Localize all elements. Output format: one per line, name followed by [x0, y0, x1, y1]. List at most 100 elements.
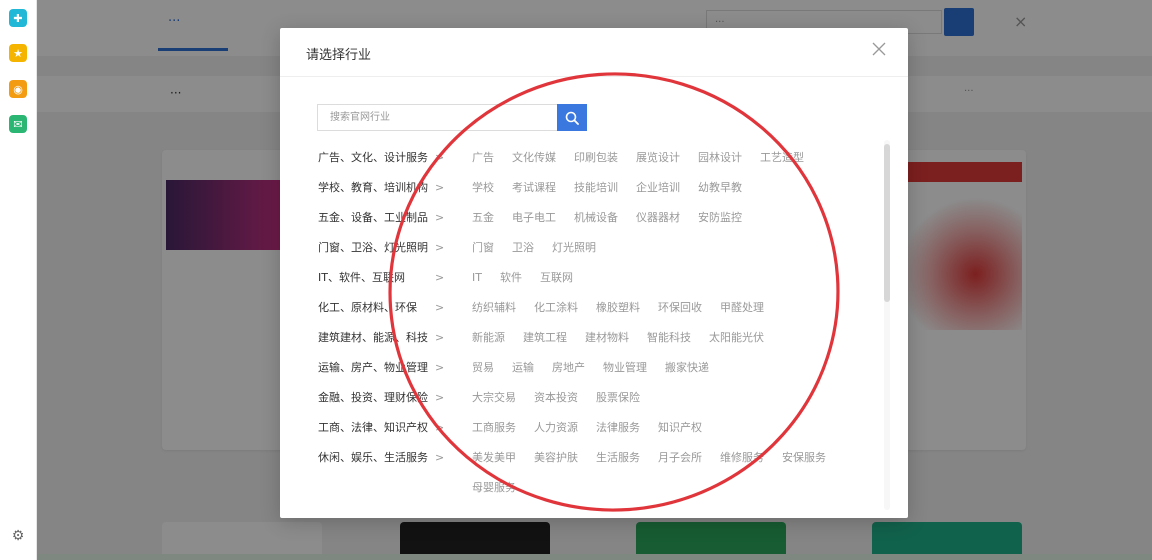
chevron-right-icon: > — [435, 331, 445, 344]
category-label[interactable]: 广告、文化、设计服务 — [318, 146, 438, 170]
subcategory-item[interactable]: 运输 — [512, 353, 534, 383]
subcategory-item[interactable]: IT — [472, 263, 482, 293]
category-label[interactable]: 五金、设备、工业制品 — [318, 206, 438, 230]
category-row: 运输、房产、物业管理 > 贸易 运输 房地产 物业管理 搬家快递 — [317, 356, 877, 386]
category-row: 五金、设备、工业制品 > 五金 电子电工 机械设备 仪器器材 安防监控 — [317, 206, 877, 236]
modal-header: 请选择行业 — [280, 28, 908, 77]
subcategory-list: 门窗 卫浴 灯光照明 — [472, 233, 882, 263]
subcategory-item[interactable]: 人力资源 — [534, 413, 578, 443]
category-label[interactable]: 化工、原材料、环保 — [318, 296, 438, 320]
subcategory-item[interactable]: 软件 — [500, 263, 522, 293]
chevron-right-icon: > — [435, 271, 445, 284]
category-row: 休闲、娱乐、生活服务 > 美发美甲 美容护肤 生活服务 月子会所 维修服务 安保服务母婴服务 — [317, 446, 877, 506]
subcategory-list: 大宗交易 资本投资 股票保险 — [472, 383, 882, 413]
subcategory-list: 五金 电子电工 机械设备 仪器器材 安防监控 — [472, 203, 882, 233]
subcategory-item[interactable]: 太阳能光伏 — [709, 323, 764, 353]
chevron-right-icon: > — [435, 181, 445, 194]
subcategory-item[interactable]: 大宗交易 — [472, 383, 516, 413]
subcategory-list: 广告 文化传媒 印刷包装 展览设计 园林设计 工艺造型 — [472, 143, 882, 173]
subcategory-item[interactable]: 美发美甲 — [472, 443, 516, 473]
category-label[interactable]: 门窗、卫浴、灯光照明 — [318, 236, 438, 260]
category-row: 建筑建材、能源、科技 > 新能源 建筑工程 建材物料 智能科技 太阳能光伏 — [317, 326, 877, 356]
category-label[interactable]: 工商、法律、知识产权 — [318, 416, 438, 440]
weibo-icon[interactable]: ◉ — [9, 80, 27, 98]
subcategory-item[interactable]: 印刷包装 — [574, 143, 618, 173]
category-label[interactable]: 金融、投资、理财保险 — [318, 386, 438, 410]
subcategory-item[interactable]: 工艺造型 — [760, 143, 804, 173]
industry-list: 广告、文化、设计服务 > 广告 文化传媒 印刷包装 展览设计 园林设计 工艺造型学校、教育、培… — [317, 146, 877, 506]
subcategory-item[interactable]: 仪器器材 — [636, 203, 680, 233]
plus-circle-icon[interactable]: ✚ — [9, 9, 27, 27]
subcategory-item[interactable]: 展览设计 — [636, 143, 680, 173]
modal-title: 请选择行业 — [306, 48, 372, 63]
subcategory-item[interactable]: 门窗 — [472, 233, 494, 263]
subcategory-item[interactable]: 维修服务 — [720, 443, 764, 473]
category-label[interactable]: 建筑建材、能源、科技 — [318, 326, 438, 350]
subcategory-item[interactable]: 幼教早教 — [698, 173, 742, 203]
category-row: 化工、原材料、环保 > 纺织辅料 化工涂料 橡胶塑料 环保回收 甲醛处理 — [317, 296, 877, 326]
mail-icon[interactable]: ✉ — [9, 115, 27, 133]
subcategory-list: 美发美甲 美容护肤 生活服务 月子会所 维修服务 安保服务母婴服务 — [472, 443, 882, 503]
chevron-right-icon: > — [435, 211, 445, 224]
subcategory-item[interactable]: 橡胶塑料 — [596, 293, 640, 323]
search-button[interactable] — [557, 104, 587, 131]
industry-search-input[interactable] — [317, 104, 557, 131]
subcategory-item[interactable]: 智能科技 — [647, 323, 691, 353]
subcategory-list: 贸易 运输 房地产 物业管理 搬家快递 — [472, 353, 882, 383]
subcategory-item[interactable]: 广告 — [472, 143, 494, 173]
subcategory-item[interactable]: 文化传媒 — [512, 143, 556, 173]
subcategory-item[interactable]: 互联网 — [540, 263, 573, 293]
subcategory-list: 纺织辅料 化工涂料 橡胶塑料 环保回收 甲醛处理 — [472, 293, 882, 323]
subcategory-item[interactable]: 资本投资 — [534, 383, 578, 413]
subcategory-item[interactable]: 环保回收 — [658, 293, 702, 323]
subcategory-item[interactable]: 建筑工程 — [523, 323, 567, 353]
subcategory-item[interactable]: 搬家快递 — [665, 353, 709, 383]
subcategory-item[interactable]: 母婴服务 — [472, 473, 516, 503]
subcategory-item[interactable]: 法律服务 — [596, 413, 640, 443]
subcategory-item[interactable]: 建材物料 — [585, 323, 629, 353]
subcategory-item[interactable]: 企业培训 — [636, 173, 680, 203]
settings-icon[interactable]: ⚙ — [9, 527, 27, 545]
subcategory-list: IT 软件 互联网 — [472, 263, 882, 293]
subcategory-item[interactable]: 卫浴 — [512, 233, 534, 263]
category-row: 金融、投资、理财保险 > 大宗交易 资本投资 股票保险 — [317, 386, 877, 416]
subcategory-item[interactable]: 知识产权 — [658, 413, 702, 443]
subcategory-item[interactable]: 电子电工 — [512, 203, 556, 233]
category-label[interactable]: 运输、房产、物业管理 — [318, 356, 438, 380]
scrollbar-thumb[interactable] — [884, 144, 890, 302]
subcategory-item[interactable]: 技能培训 — [574, 173, 618, 203]
search-icon — [565, 111, 579, 125]
subcategory-item[interactable]: 美容护肤 — [534, 443, 578, 473]
chevron-right-icon: > — [435, 301, 445, 314]
subcategory-item[interactable]: 纺织辅料 — [472, 293, 516, 323]
subcategory-item[interactable]: 灯光照明 — [552, 233, 596, 263]
subcategory-list: 工商服务 人力资源 法律服务 知识产权 — [472, 413, 882, 443]
chevron-right-icon: > — [435, 421, 445, 434]
subcategory-item[interactable]: 股票保险 — [596, 383, 640, 413]
subcategory-item[interactable]: 生活服务 — [596, 443, 640, 473]
category-label[interactable]: 休闲、娱乐、生活服务 — [318, 446, 438, 470]
star-icon[interactable]: ★ — [9, 44, 27, 62]
subcategory-item[interactable]: 月子会所 — [658, 443, 702, 473]
subcategory-item[interactable]: 甲醛处理 — [720, 293, 764, 323]
subcategory-item[interactable]: 物业管理 — [603, 353, 647, 383]
subcategory-item[interactable]: 工商服务 — [472, 413, 516, 443]
chevron-right-icon: > — [435, 451, 445, 464]
subcategory-item[interactable]: 房地产 — [552, 353, 585, 383]
subcategory-item[interactable]: 园林设计 — [698, 143, 742, 173]
subcategory-item[interactable]: 新能源 — [472, 323, 505, 353]
scrollbar[interactable] — [884, 140, 890, 510]
subcategory-item[interactable]: 学校 — [472, 173, 494, 203]
subcategory-item[interactable]: 安保服务 — [782, 443, 826, 473]
category-row: 门窗、卫浴、灯光照明 > 门窗 卫浴 灯光照明 — [317, 236, 877, 266]
subcategory-item[interactable]: 安防监控 — [698, 203, 742, 233]
subcategory-item[interactable]: 化工涂料 — [534, 293, 578, 323]
category-label[interactable]: 学校、教育、培训机构 — [318, 176, 438, 200]
close-icon[interactable] — [870, 42, 888, 60]
subcategory-list: 学校 考试课程 技能培训 企业培训 幼教早教 — [472, 173, 882, 203]
category-label[interactable]: IT、软件、互联网 — [318, 266, 438, 290]
subcategory-item[interactable]: 机械设备 — [574, 203, 618, 233]
subcategory-item[interactable]: 考试课程 — [512, 173, 556, 203]
subcategory-item[interactable]: 五金 — [472, 203, 494, 233]
subcategory-item[interactable]: 贸易 — [472, 353, 494, 383]
